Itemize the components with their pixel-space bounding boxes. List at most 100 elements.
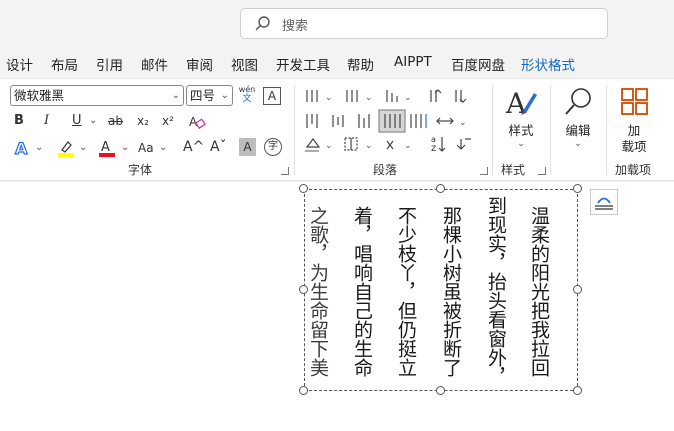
resize-handle[interactable] bbox=[573, 285, 582, 294]
styles-icon: A bbox=[505, 87, 537, 120]
highlighter-icon[interactable] bbox=[56, 138, 76, 158]
align-top-icon bbox=[306, 114, 318, 128]
text-column-clipped: 之歌，为生命留下美 bbox=[307, 205, 329, 377]
addins-grid-icon bbox=[621, 88, 648, 115]
tab-baidu-netdisk[interactable]: 百度网盘 bbox=[451, 54, 505, 74]
show-marks-icon bbox=[456, 138, 471, 150]
strikethrough-button[interactable]: ab bbox=[108, 112, 123, 130]
chevron-down-icon[interactable]: ⌄ bbox=[35, 139, 43, 157]
tab-references[interactable]: 引用 bbox=[96, 54, 123, 74]
chevron-down-icon: ⌄ bbox=[220, 90, 229, 101]
styles-group-label: 样式 bbox=[501, 163, 526, 177]
chevron-down-icon: ⌄ bbox=[171, 90, 180, 101]
title-bar: 搜索 bbox=[0, 0, 674, 46]
underline-button[interactable]: U bbox=[72, 112, 82, 130]
svg-text:A: A bbox=[15, 139, 28, 157]
superscript-button[interactable]: x² bbox=[162, 112, 174, 130]
tab-shape-format[interactable]: 形状格式 bbox=[521, 54, 575, 74]
numbering-icon bbox=[346, 90, 358, 102]
svg-text:⌄: ⌄ bbox=[365, 93, 373, 103]
chevron-down-icon[interactable]: ⌄ bbox=[121, 139, 129, 157]
increase-indent-icon bbox=[455, 90, 467, 103]
text-column: 到现实，抬头看窗外， bbox=[485, 196, 507, 386]
addins-button[interactable]: 加 载项 bbox=[614, 85, 654, 155]
multilevel-list-icon bbox=[386, 90, 398, 102]
resize-handle[interactable] bbox=[299, 184, 308, 193]
tab-view[interactable]: 视图 bbox=[231, 54, 258, 74]
character-shading-button[interactable]: A bbox=[239, 138, 256, 156]
font-dialog-launcher-icon[interactable] bbox=[281, 167, 289, 175]
paragraph-dialog-launcher-icon[interactable] bbox=[480, 167, 488, 175]
paragraph-group-label: 段落 bbox=[373, 163, 398, 177]
font-color-icon[interactable]: A bbox=[97, 138, 117, 158]
group-divider bbox=[294, 85, 295, 175]
group-divider bbox=[550, 85, 551, 175]
bullets-icon bbox=[306, 90, 318, 102]
font-name-value: 微软雅黑 bbox=[14, 88, 65, 103]
resize-handle[interactable] bbox=[573, 184, 582, 193]
clear-formatting-icon[interactable]: A bbox=[188, 114, 206, 130]
font-name-select[interactable]: 微软雅黑 ⌄ bbox=[10, 85, 184, 106]
font-size-select[interactable]: 四号 ⌄ bbox=[186, 85, 233, 106]
tab-review[interactable]: 审阅 bbox=[186, 54, 213, 74]
ribbon-tabs: 设计 布局 引用 邮件 审阅 视图 开发工具 帮助 AIPPT 百度网盘 形状格… bbox=[0, 50, 674, 76]
svg-text:⌄: ⌄ bbox=[325, 141, 333, 151]
resize-handle[interactable] bbox=[436, 184, 445, 193]
styles-dialog-launcher-icon[interactable] bbox=[538, 167, 546, 175]
editing-label: 编辑 bbox=[565, 123, 591, 138]
resize-handle[interactable] bbox=[299, 285, 308, 294]
resize-handle[interactable] bbox=[436, 386, 445, 395]
addins-label-line1: 加 bbox=[627, 123, 641, 138]
font-group-label: 字体 bbox=[128, 163, 153, 177]
svg-text:⌄: ⌄ bbox=[459, 118, 467, 128]
group-divider bbox=[492, 85, 493, 175]
chevron-down-icon[interactable]: ⌄ bbox=[79, 139, 87, 157]
change-case-button[interactable]: Aa bbox=[138, 139, 154, 157]
justify-button-active bbox=[378, 109, 406, 133]
styles-button[interactable]: A 样式 ⌄ bbox=[500, 85, 542, 149]
enclose-characters-button[interactable]: 字 bbox=[264, 138, 282, 156]
character-border-button[interactable]: A bbox=[263, 87, 281, 105]
align-center-icon bbox=[332, 115, 344, 127]
editing-button[interactable]: 编辑 ⌄ bbox=[558, 85, 598, 149]
addins-label-line2: 载项 bbox=[621, 139, 647, 154]
sort-icon bbox=[438, 137, 446, 152]
svg-text:A: A bbox=[505, 87, 527, 119]
chevron-down-icon[interactable]: ⌄ bbox=[89, 112, 97, 130]
bold-button[interactable]: B bbox=[14, 112, 24, 130]
text-column: 着，唱响自己的生命 bbox=[351, 205, 373, 377]
svg-text:⌄: ⌄ bbox=[325, 93, 333, 103]
subscript-button[interactable]: x₂ bbox=[137, 112, 149, 130]
layout-options-button[interactable] bbox=[590, 189, 618, 215]
tab-design[interactable]: 设计 bbox=[6, 54, 33, 74]
svg-text:a: a bbox=[431, 135, 436, 144]
tab-developer[interactable]: 开发工具 bbox=[276, 54, 330, 74]
svg-text:z: z bbox=[431, 143, 436, 154]
text-effects-icon[interactable]: A bbox=[14, 139, 32, 157]
tab-layout[interactable]: 布局 bbox=[51, 54, 78, 74]
grow-font-button[interactable]: A^ bbox=[183, 138, 204, 156]
italic-button[interactable]: I bbox=[44, 112, 49, 130]
svg-text:⌄: ⌄ bbox=[404, 93, 412, 103]
chevron-down-icon: ⌄ bbox=[574, 139, 582, 149]
resize-handle[interactable] bbox=[299, 386, 308, 395]
tab-aippt[interactable]: AIPPT bbox=[394, 54, 432, 70]
styles-label: 样式 bbox=[508, 123, 534, 138]
shrink-font-button[interactable]: Aˇ bbox=[210, 138, 227, 156]
resize-handle[interactable] bbox=[573, 386, 582, 395]
search-icon bbox=[255, 16, 270, 31]
search-placeholder: 搜索 bbox=[282, 19, 309, 34]
search-box[interactable]: 搜索 bbox=[240, 8, 608, 39]
group-divider bbox=[606, 85, 607, 175]
tab-mailings[interactable]: 邮件 bbox=[141, 54, 168, 74]
align-bottom-icon bbox=[358, 114, 370, 128]
tab-help[interactable]: 帮助 bbox=[347, 54, 374, 74]
borders-icon bbox=[344, 137, 358, 151]
paragraph-buttons: ⌄ ⌄ ⌄ ⌄ ⌄ ⌄ ⌄ z a bbox=[305, 89, 471, 154]
text-column: 那棵小树虽被折断了 bbox=[440, 205, 462, 377]
chevron-down-icon[interactable]: ⌄ bbox=[159, 139, 167, 157]
ribbon: 微软雅黑 ⌄ 四号 ⌄ wén 文 A B I U ⌄ ab x₂ x² A A ⌄ … bbox=[0, 78, 674, 181]
phonetic-guide-button[interactable]: wén 文 bbox=[238, 85, 256, 104]
shading-icon bbox=[305, 138, 321, 152]
search-icon bbox=[565, 88, 591, 115]
